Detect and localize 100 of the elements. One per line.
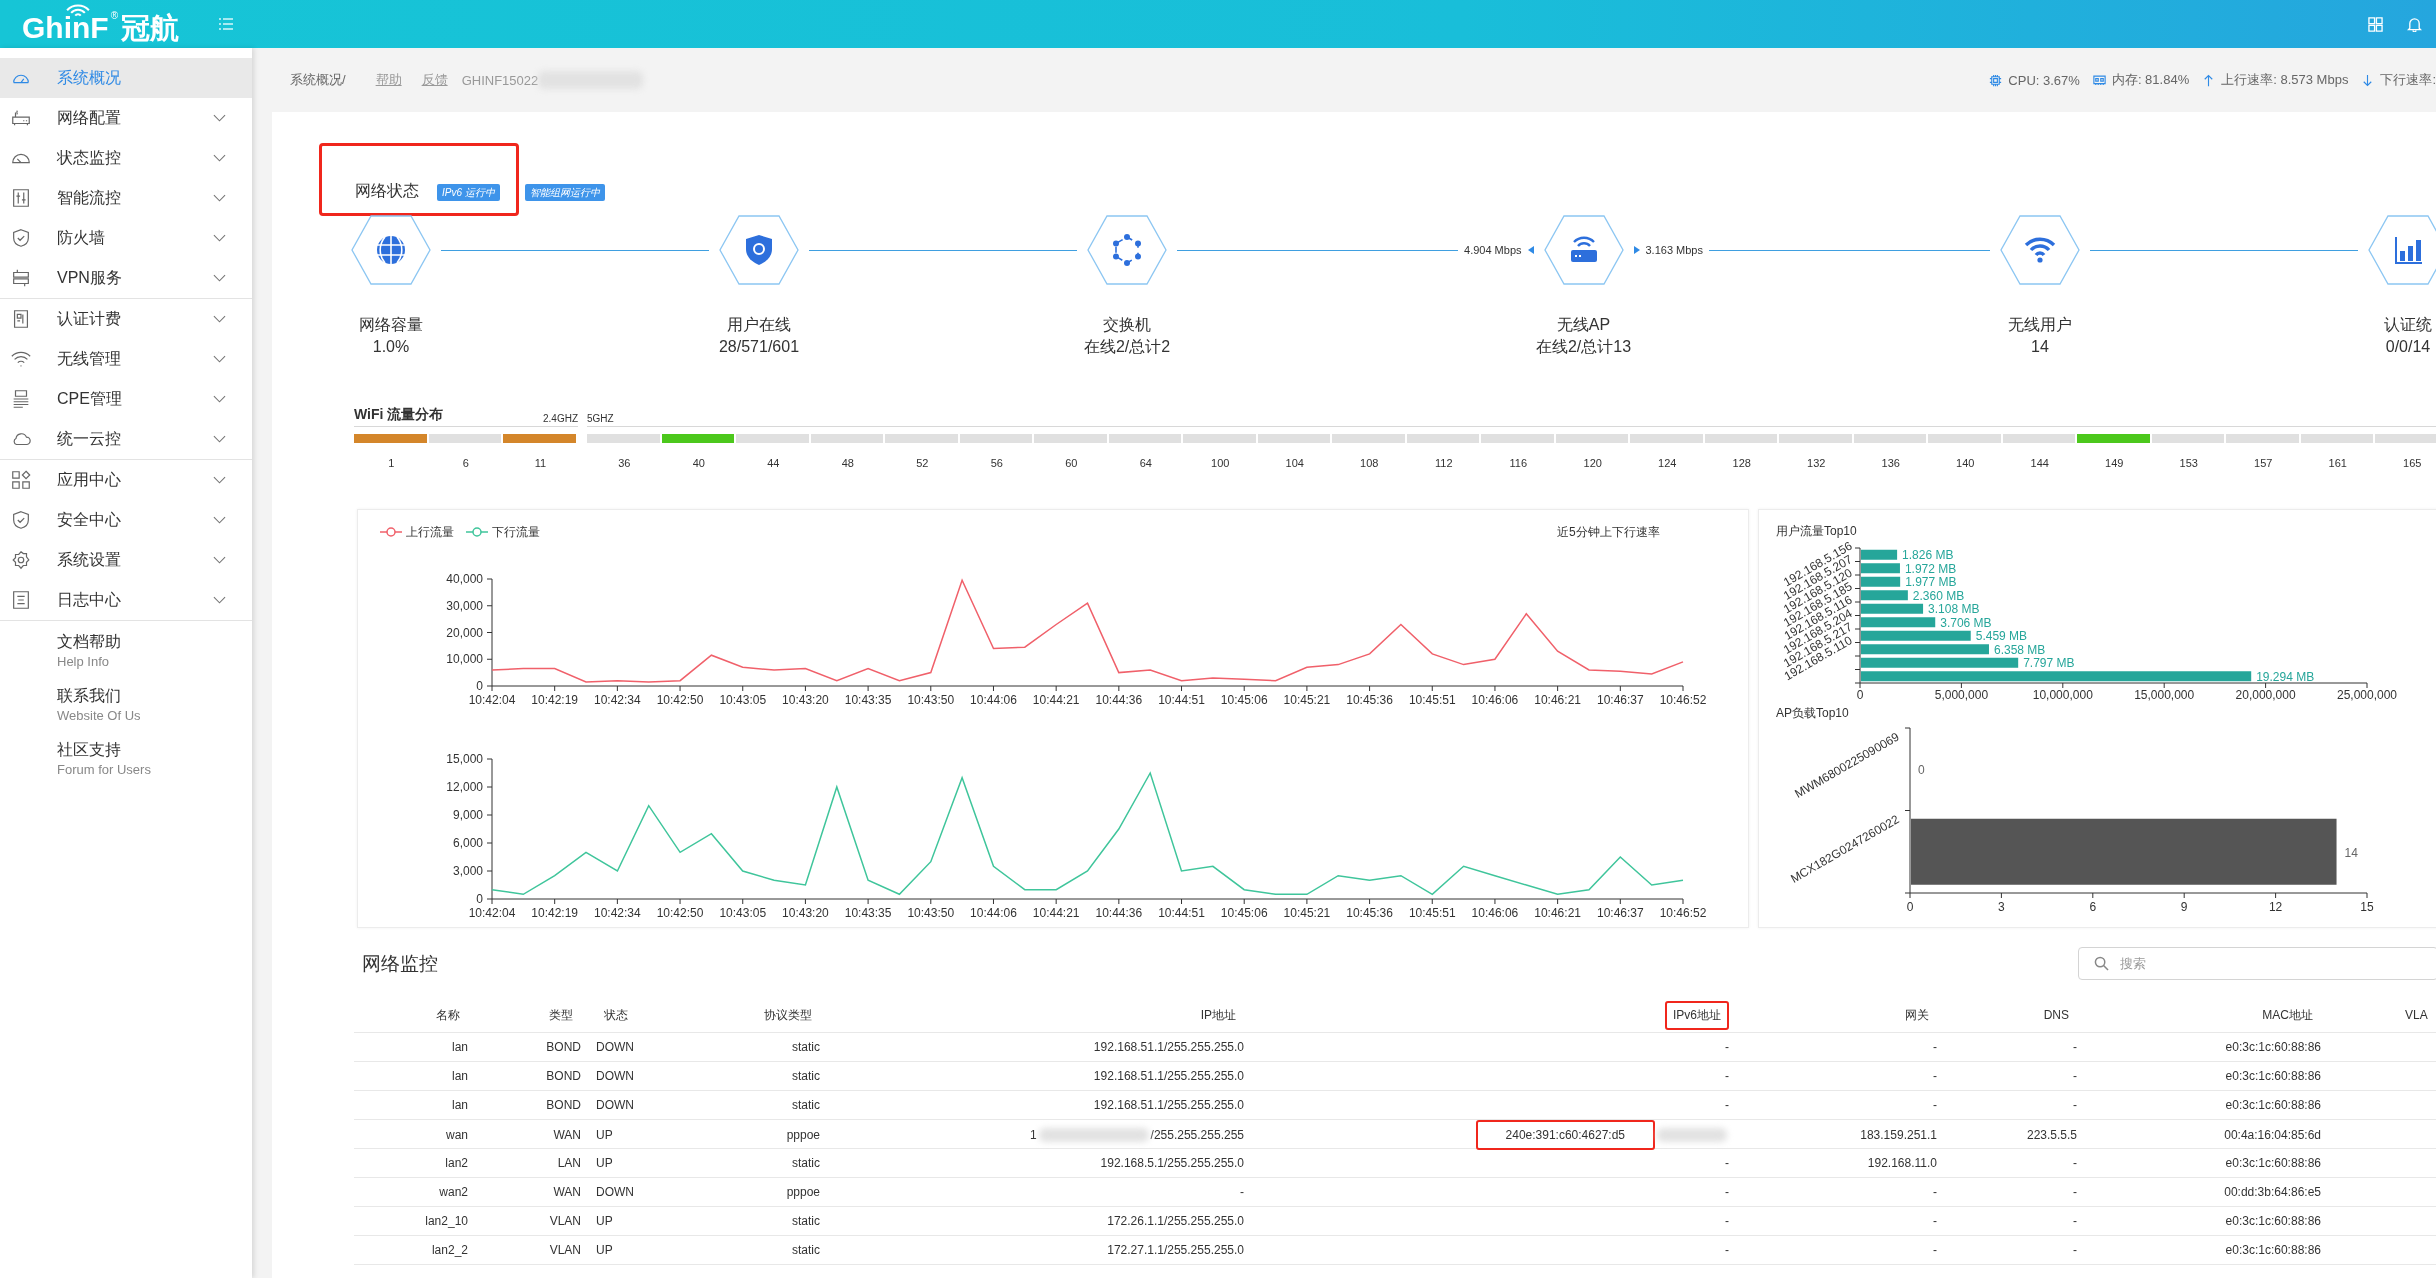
sidebar-item[interactable]: 系统设置 (0, 540, 252, 580)
channel-number: 120 (1583, 457, 1602, 469)
device-id: GHINF15022 (461, 72, 539, 88)
table-cell-text: BOND (545, 1098, 581, 1112)
bar (1861, 590, 1908, 601)
help-link[interactable]: 文档帮助 (57, 631, 252, 653)
bar (1861, 603, 1924, 614)
channel-number: 132 (1807, 457, 1826, 469)
column-header: 名称 (435, 1006, 461, 1024)
table-cell-text: 172.27.1.1/255.255.255.0 (1106, 1243, 1244, 1257)
tick-label: 10:46:52 (1659, 906, 1707, 920)
wifi-icon (64, 2, 92, 17)
apps-icon (10, 469, 32, 491)
table-cell-text: static (791, 1098, 820, 1112)
column-header: 类型 (548, 1006, 574, 1024)
sidebar-item[interactable]: 智能流控 (0, 178, 252, 218)
help-link[interactable]: 社区支持 (57, 739, 252, 761)
sidebar-item[interactable]: 无线管理 (0, 339, 252, 379)
tick-label: 10:42:19 (531, 906, 579, 920)
value-label: 2.360 MB (1912, 588, 1965, 603)
channel-number: 128 (1732, 457, 1751, 469)
tick-label: 30,000 (446, 598, 483, 613)
sidebar-item[interactable]: CPE管理 (0, 379, 252, 419)
sidebar-item[interactable]: 安全中心 (0, 500, 252, 540)
tick-label: 10:46:52 (1659, 693, 1707, 707)
tick-label: 10:45:21 (1283, 906, 1331, 920)
tick-label: 10:42:50 (656, 906, 704, 920)
table-cell-text: - (1932, 1185, 1937, 1199)
section-title: 网络状态 (355, 181, 419, 201)
channel-number: 60 (1065, 457, 1078, 469)
table-cell-text: e0:3c:1c:60:88:86 (2224, 1156, 2321, 1170)
hexagon-badge[interactable] (1543, 215, 1624, 285)
table-cell-text: - (2072, 1185, 2077, 1199)
hexagon-badge[interactable] (719, 215, 799, 285)
table-cell-text: - (1724, 1214, 1729, 1228)
chart-title: AP负载Top10 (1776, 705, 1849, 722)
table-cell: 240e:391:c60:4627:d5 (1475, 1120, 1655, 1150)
node-label: 交换机 (1103, 315, 1152, 335)
channel-number: 112 (1434, 457, 1453, 469)
table-cell: /255.255.255.255 (1150, 1128, 1244, 1142)
shield-icon (10, 227, 32, 249)
hexagon-badge[interactable] (351, 215, 431, 285)
tick-label: 10:43:20 (782, 906, 829, 920)
table-cell-text: lan2 (444, 1156, 468, 1170)
sidebar-item[interactable]: 状态监控 (0, 138, 252, 178)
sidebar-item[interactable]: VPN服务 (0, 258, 252, 298)
table-cell-text: static (791, 1069, 820, 1083)
table-cell-text: e0:3c:1c:60:88:86 (2224, 1040, 2321, 1054)
chart-title: 近5分钟上下行速率 (1557, 523, 1660, 541)
link-subtitle: Website Of Us (57, 707, 142, 725)
tick-label: 6,000 (452, 836, 483, 850)
hexagon-badge[interactable] (1999, 215, 2080, 285)
legend-label: 上行流量 (406, 523, 454, 541)
help-link[interactable]: 联系我们 (57, 685, 252, 707)
search-field[interactable]: 搜索 (2078, 947, 2436, 980)
tick-label: 10:42:04 (468, 906, 516, 920)
log-icon (10, 589, 32, 611)
channel-number: 40 (692, 457, 705, 469)
tick-label: 10:44:21 (1032, 906, 1080, 920)
tick-label: 0 (1906, 900, 1914, 914)
sidebar-item[interactable]: 应用中心 (0, 460, 252, 500)
table-cell-text: 00:4a:16:04:85:6d (2223, 1128, 2321, 1142)
value-label: 14 (2344, 845, 2358, 860)
sidebar-item[interactable]: 统一云控 (0, 419, 252, 459)
value-label: 3.706 MB (1940, 615, 1992, 630)
sidebar-item[interactable]: 防火墙 (0, 218, 252, 258)
sidebar-item[interactable]: 日志中心 (0, 580, 252, 620)
grid-icon[interactable] (2368, 16, 2383, 32)
tick-label: 10:43:35 (844, 906, 892, 920)
sidebar-item[interactable]: 认证计费 (0, 299, 252, 339)
tick-label: 10:44:51 (1158, 693, 1205, 707)
tick-label: 10:46:06 (1471, 906, 1519, 920)
node-value: 在线2/总计13 (1535, 337, 1632, 357)
table-cell-text: DOWN (595, 1040, 635, 1054)
breadcrumb-item: 系统概况/ (290, 71, 346, 89)
table-cell-text: e0:3c:1c:60:88:86 (2224, 1098, 2321, 1112)
link-subtitle: Forum for Users (57, 761, 152, 779)
channel-number: 1 (388, 457, 395, 469)
table-cell-text: UP (595, 1156, 614, 1170)
table-cell-text: - (1239, 1185, 1244, 1199)
channel-number: 64 (1139, 457, 1152, 469)
bell-icon[interactable] (2407, 16, 2422, 32)
tick-label: 10,000 (446, 652, 483, 667)
tick-label: 10:43:05 (719, 906, 767, 920)
tick-label: 10:46:21 (1534, 906, 1581, 920)
tick-label: 40,000 (446, 572, 483, 586)
channel-number: 140 (1956, 457, 1975, 469)
sidebar-item[interactable]: 网络配置 (0, 98, 252, 138)
triangle-right-icon (1633, 246, 1640, 254)
table-cell-text: static (791, 1156, 820, 1170)
channel-number: 116 (1509, 457, 1527, 469)
table-cell-text: e0:3c:1c:60:88:86 (2224, 1214, 2321, 1228)
hexagon-badge[interactable] (2368, 215, 2436, 285)
channel-number: 161 (2328, 457, 2347, 469)
channel-number: 157 (2254, 457, 2273, 469)
tick-label: 10:46:21 (1534, 693, 1581, 707)
channel-number: 48 (841, 457, 854, 469)
section-title: 网络监控 (362, 951, 438, 976)
channel-number: 104 (1285, 457, 1304, 469)
hexagon-badge[interactable] (1087, 215, 1168, 285)
